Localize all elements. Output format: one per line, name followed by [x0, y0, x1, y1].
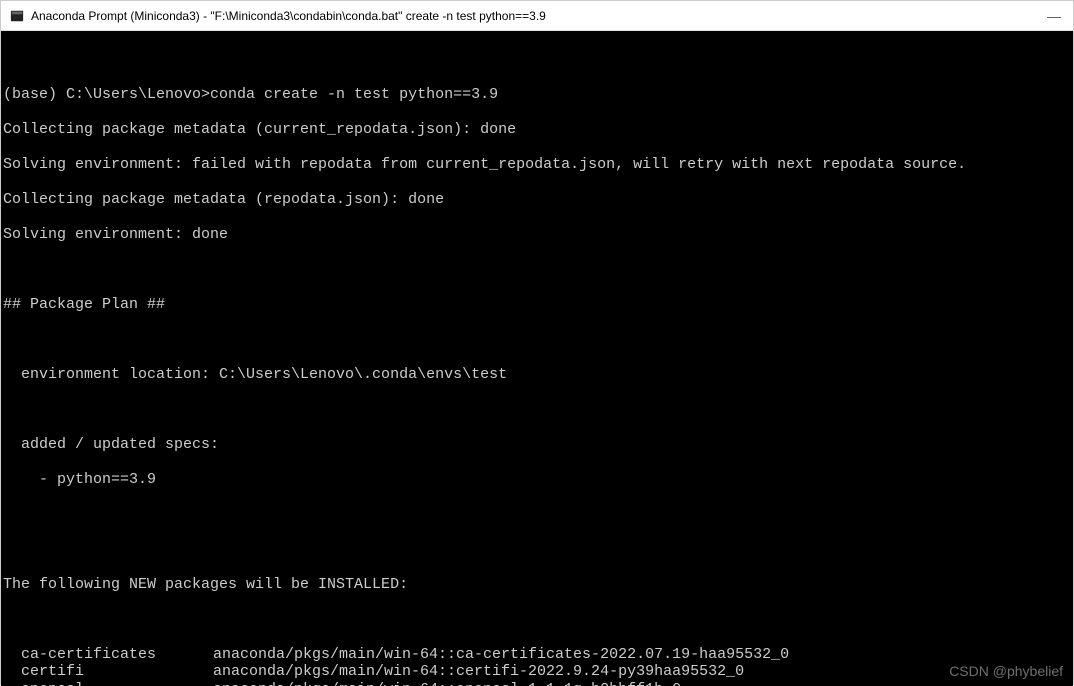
app-icon — [9, 8, 25, 24]
package-name: openssl — [3, 681, 213, 686]
added-specs-item: - python==3.9 — [3, 471, 1073, 489]
blank-line — [3, 506, 1073, 524]
package-list: ca-certificatesanaconda/pkgs/main/win-64… — [3, 646, 1073, 686]
env-location: environment location: C:\Users\Lenovo\.c… — [3, 366, 1073, 384]
install-header: The following NEW packages will be INSTA… — [3, 576, 1073, 594]
package-row: opensslanaconda/pkgs/main/win-64::openss… — [3, 681, 1073, 686]
package-row: ca-certificatesanaconda/pkgs/main/win-64… — [3, 646, 1073, 664]
package-spec: anaconda/pkgs/main/win-64::openssl-1.1.1… — [213, 681, 1073, 686]
blank-line — [3, 611, 1073, 629]
window-title: Anaconda Prompt (Miniconda3) - "F:\Minic… — [31, 9, 1047, 23]
blank-line — [3, 541, 1073, 559]
added-specs-header: added / updated specs: — [3, 436, 1073, 454]
package-spec: anaconda/pkgs/main/win-64::certifi-2022.… — [213, 663, 1073, 681]
blank-line — [3, 401, 1073, 419]
blank-line — [3, 51, 1073, 69]
package-name: ca-certificates — [3, 646, 213, 664]
terminal-output[interactable]: (base) C:\Users\Lenovo>conda create -n t… — [1, 31, 1073, 686]
blank-line — [3, 261, 1073, 279]
output-line: Collecting package metadata (current_rep… — [3, 121, 1073, 139]
output-line: Collecting package metadata (repodata.js… — [3, 191, 1073, 209]
window-titlebar: Anaconda Prompt (Miniconda3) - "F:\Minic… — [1, 1, 1073, 31]
output-line: Solving environment: failed with repodat… — [3, 156, 1073, 174]
blank-line — [3, 331, 1073, 349]
minimize-button[interactable]: ― — [1047, 8, 1061, 24]
output-line: Solving environment: done — [3, 226, 1073, 244]
watermark: CSDN @phybelief — [949, 663, 1063, 681]
window-controls: ― — [1047, 8, 1065, 24]
package-name: certifi — [3, 663, 213, 681]
plan-header: ## Package Plan ## — [3, 296, 1073, 314]
prompt-line: (base) C:\Users\Lenovo>conda create -n t… — [3, 86, 1073, 104]
package-spec: anaconda/pkgs/main/win-64::ca-certificat… — [213, 646, 1073, 664]
package-row: certifianaconda/pkgs/main/win-64::certif… — [3, 663, 1073, 681]
